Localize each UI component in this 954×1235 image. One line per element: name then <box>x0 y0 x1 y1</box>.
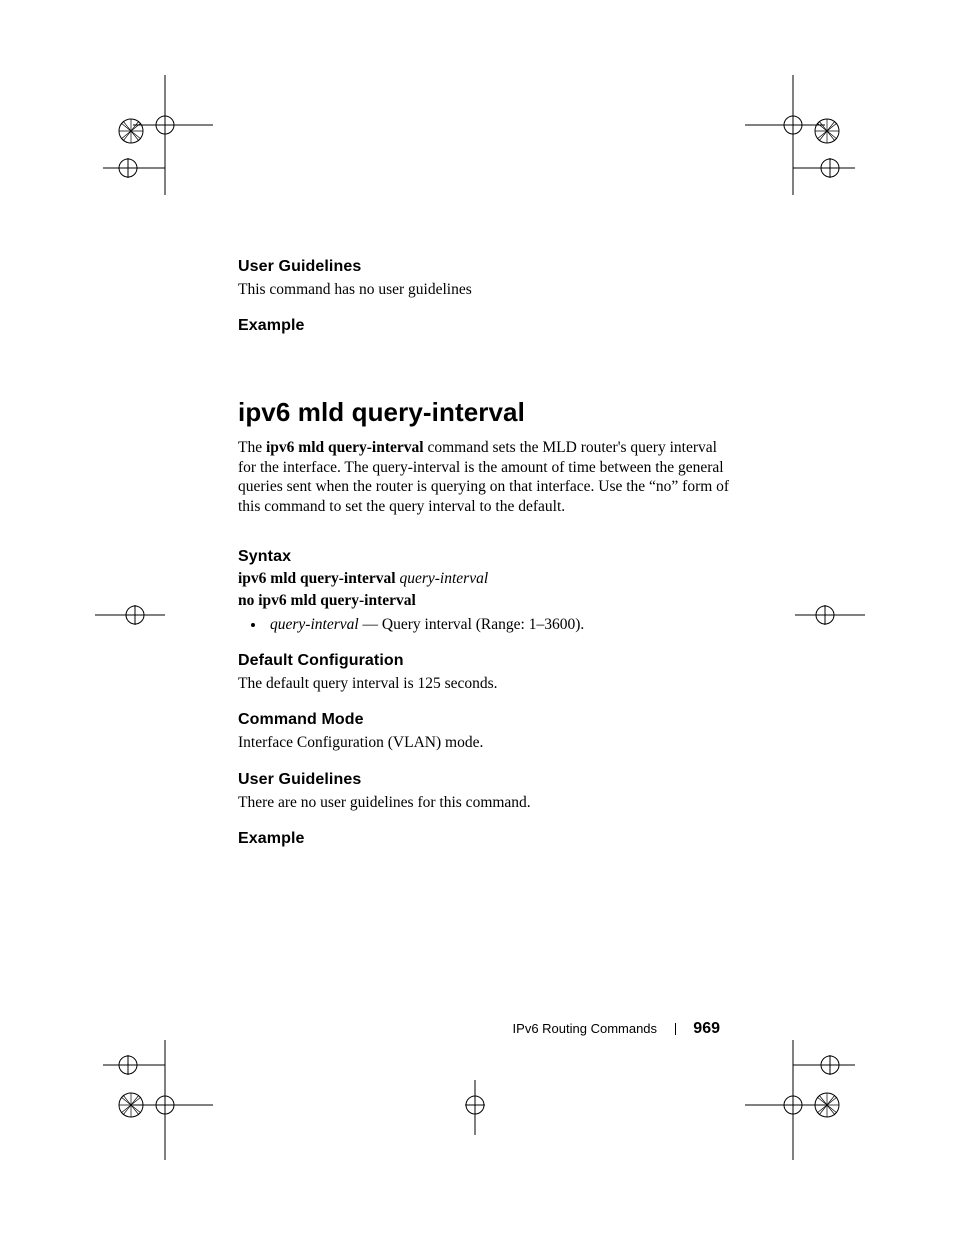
heading-user-guidelines-1: User Guidelines <box>238 258 738 276</box>
crop-mark-top-left <box>103 75 223 195</box>
page-content: User Guidelines This command has no user… <box>238 258 738 852</box>
syntax-bullet-1: query-interval — Query interval (Range: … <box>266 616 738 634</box>
syntax-line-2: no ipv6 mld query-interval <box>238 592 738 610</box>
heading-example-1: Example <box>238 317 738 335</box>
crop-mark-bottom-right <box>735 1040 855 1160</box>
crop-mark-bottom-left <box>103 1040 223 1160</box>
syntax-line-1: ipv6 mld query-interval query-interval <box>238 570 738 588</box>
intro-pre: The <box>238 439 266 456</box>
heading-example-2: Example <box>238 830 738 848</box>
page-footer: IPv6 Routing Commands 969 <box>0 1020 720 1038</box>
syntax-bullet-desc: — Query interval (Range: 1–3600). <box>363 616 585 633</box>
footer-page-number: 969 <box>693 1020 720 1037</box>
crop-mark-left-mid <box>95 585 175 645</box>
footer-separator <box>675 1023 676 1035</box>
syntax-1-arg: query-interval <box>399 570 488 587</box>
heading-syntax: Syntax <box>238 548 738 566</box>
syntax-1-cmd: ipv6 mld query-interval <box>238 570 399 587</box>
text-command-intro: The ipv6 mld query-interval command sets… <box>238 438 738 516</box>
text-user-guidelines-2: There are no user guidelines for this co… <box>238 793 738 812</box>
heading-default-config: Default Configuration <box>238 652 738 670</box>
crop-mark-right-mid <box>785 585 865 645</box>
crop-mark-top-right <box>735 75 855 195</box>
text-default-config: The default query interval is 125 second… <box>238 674 738 693</box>
text-user-guidelines-1: This command has no user guidelines <box>238 280 738 299</box>
heading-user-guidelines-2: User Guidelines <box>238 771 738 789</box>
intro-command-name: ipv6 mld query-interval <box>266 439 424 456</box>
heading-command-mode: Command Mode <box>238 711 738 729</box>
syntax-bullet-arg: query-interval <box>270 616 363 633</box>
crop-mark-bottom-mid <box>435 1080 515 1140</box>
text-command-mode: Interface Configuration (VLAN) mode. <box>238 733 738 752</box>
heading-command-title: ipv6 mld query-interval <box>238 397 738 428</box>
footer-section-title: IPv6 Routing Commands <box>513 1021 658 1036</box>
